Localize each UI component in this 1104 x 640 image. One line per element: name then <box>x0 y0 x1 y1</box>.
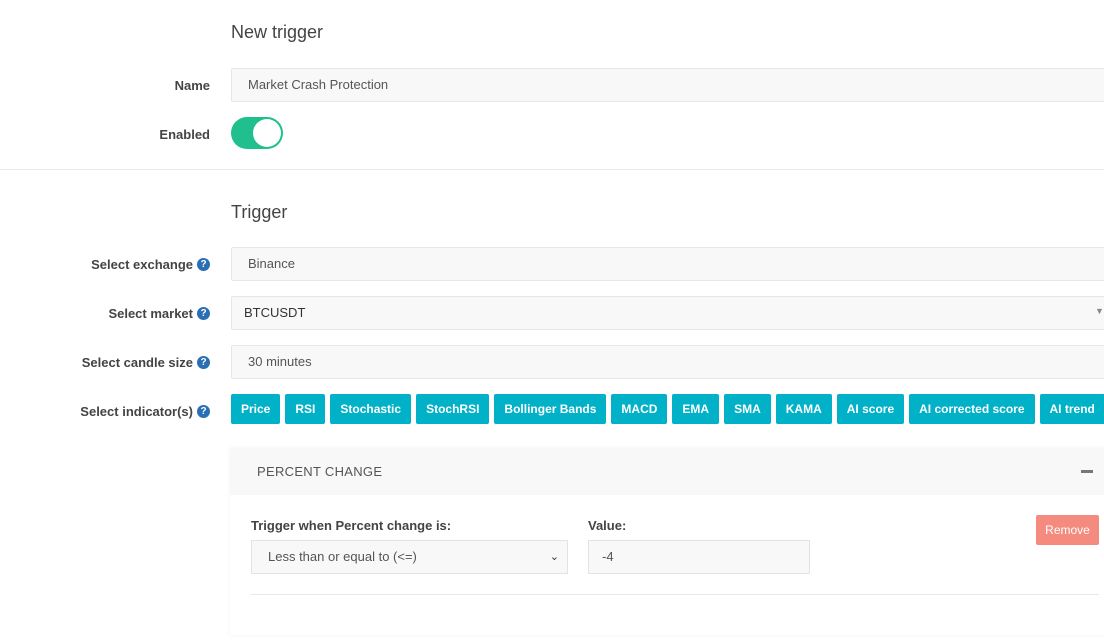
indicator-ai-corrected-score[interactable]: AI corrected score <box>909 394 1035 424</box>
enabled-label: Enabled <box>159 127 210 142</box>
value-label: Value: <box>588 518 627 533</box>
market-label: Select market? <box>108 306 210 321</box>
indicator-ai-score[interactable]: AI score <box>836 394 905 424</box>
indicator-label-text: Select indicator(s) <box>80 404 193 419</box>
indicator-stochrsi[interactable]: StochRSI <box>416 394 490 424</box>
candle-select[interactable]: 30 minutes <box>231 345 1104 379</box>
condition-select[interactable]: Less than or equal to (<=) ⌄ <box>251 540 568 574</box>
divider <box>0 169 1104 170</box>
indicator-ema[interactable]: EMA <box>672 394 720 424</box>
exchange-label-text: Select exchange <box>91 257 193 272</box>
toggle-knob <box>253 119 281 147</box>
candle-label: Select candle size? <box>82 355 210 370</box>
panel-title: PERCENT CHANGE <box>257 464 383 479</box>
panel-divider <box>251 594 1099 595</box>
percent-change-panel: PERCENT CHANGE Trigger when Percent chan… <box>230 448 1104 635</box>
name-label-text: Name <box>174 78 210 93</box>
indicator-label: Select indicator(s)? <box>80 404 210 419</box>
candle-label-text: Select candle size <box>81 355 193 370</box>
indicator-rsi[interactable]: RSI <box>285 394 326 424</box>
name-label: Name <box>175 78 210 93</box>
market-label-text: Select market <box>108 306 193 321</box>
collapse-minus-icon[interactable] <box>1081 470 1093 473</box>
indicator-macd[interactable]: MACD <box>611 394 668 424</box>
chevron-down-icon: ▼ <box>1095 306 1104 316</box>
condition-value: Less than or equal to (<=) <box>268 549 417 564</box>
trigger-title: Trigger <box>231 202 288 222</box>
exchange-label: Select exchange? <box>91 257 210 272</box>
enabled-label-text: Enabled <box>159 127 210 142</box>
indicator-buttons: Price RSI Stochastic StochRSI Bollinger … <box>231 394 1104 424</box>
value-input[interactable]: -4 <box>588 540 810 574</box>
indicator-price[interactable]: Price <box>231 394 281 424</box>
help-icon[interactable]: ? <box>197 258 210 271</box>
page-title: New trigger <box>231 22 324 42</box>
exchange-select[interactable]: Binance <box>231 247 1104 281</box>
help-icon[interactable]: ? <box>197 405 210 418</box>
enabled-toggle[interactable] <box>231 117 283 149</box>
chevron-down-icon: ⌄ <box>549 551 559 563</box>
remove-button[interactable]: Remove <box>1036 515 1099 545</box>
indicator-stochastic[interactable]: Stochastic <box>330 394 412 424</box>
panel-header[interactable]: PERCENT CHANGE <box>230 448 1104 495</box>
help-icon[interactable]: ? <box>197 307 210 320</box>
indicator-bollinger[interactable]: Bollinger Bands <box>494 394 607 424</box>
indicator-kama[interactable]: KAMA <box>775 394 832 424</box>
indicator-sma[interactable]: SMA <box>724 394 771 424</box>
name-input[interactable]: Market Crash Protection <box>231 68 1104 102</box>
indicator-ai-trend[interactable]: AI trend <box>1039 394 1104 424</box>
market-select[interactable]: BTCUSDT <box>231 296 1104 330</box>
help-icon[interactable]: ? <box>197 356 210 369</box>
condition-label: Trigger when Percent change is: <box>251 518 452 533</box>
